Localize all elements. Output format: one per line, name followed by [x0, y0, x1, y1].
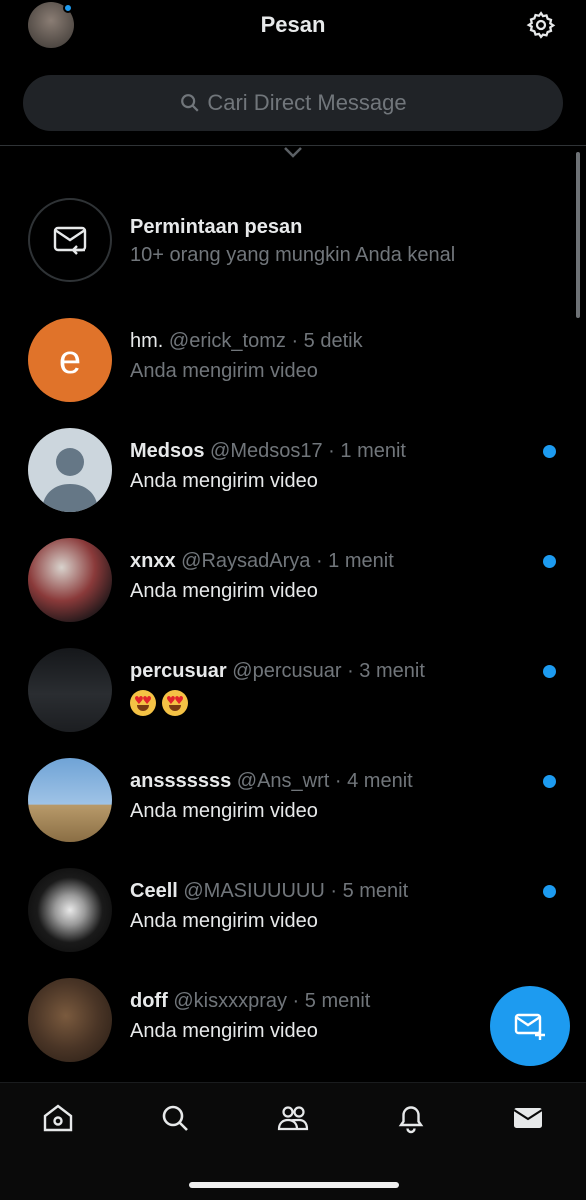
conversation-handle: @Ans_wrt	[236, 770, 330, 792]
conversation-header: Ceell @MASIUUUUU · 5 menit	[130, 880, 408, 903]
conversation-handle: @percusuar	[232, 660, 342, 682]
conversation-header: hm. @erick_tomz · 5 detik	[130, 330, 363, 353]
message-requests[interactable]: Permintaan pesan 10+ orang yang mungkin …	[0, 198, 586, 284]
unread-dot	[543, 775, 556, 788]
avatar[interactable]	[28, 648, 112, 732]
conversation-row[interactable]: xnxx @RaysadArya · 1 menit Anda mengirim…	[0, 538, 586, 638]
conversation-row[interactable]: ansssssss @Ans_wrt · 4 menit Anda mengir…	[0, 758, 586, 858]
conversation-header: xnxx @RaysadArya · 1 menit	[130, 550, 394, 573]
new-message-button[interactable]	[490, 986, 570, 1066]
bell-icon	[398, 1106, 424, 1134]
conversation-time: · 1 menit	[315, 550, 394, 572]
conversation-time: · 4 menit	[334, 770, 413, 792]
conversation-preview: Anda mengirim video	[130, 360, 318, 382]
tab-search[interactable]	[158, 1101, 192, 1135]
conversation-row[interactable]: e hm. @erick_tomz · 5 detik Anda mengiri…	[0, 318, 586, 418]
conversation-time: · 3 menit	[347, 660, 425, 682]
avatar[interactable]	[28, 538, 112, 622]
conversation-header: Medsos @Medsos17 · 1 menit	[130, 440, 406, 463]
gear-icon[interactable]	[526, 10, 556, 40]
message-requests-icon-circle	[28, 198, 112, 282]
conversation-header: doff @kisxxxpray · 5 menit	[130, 990, 370, 1013]
search-icon	[162, 1105, 188, 1131]
conversation-row[interactable]: percusuar @percusuar · 3 menit 😍 😍	[0, 648, 586, 748]
search-icon	[181, 94, 199, 112]
unread-dot	[543, 445, 556, 458]
conversation-name: Ceell	[130, 880, 178, 902]
conversation-handle: @kisxxxpray	[173, 990, 287, 1012]
conversation-preview: Anda mengirim video	[130, 1020, 318, 1042]
conversation-handle: @Medsos17	[210, 440, 323, 462]
conversation-time: · 5 detik	[291, 330, 363, 352]
unread-dot	[543, 555, 556, 568]
conversation-name: doff	[130, 990, 168, 1012]
conversation-time: · 5 menit	[292, 990, 371, 1012]
tab-messages[interactable]	[511, 1101, 545, 1135]
page-title: Pesan	[260, 12, 326, 37]
conversation-preview: Anda mengirim video	[130, 580, 318, 602]
default-avatar-icon	[42, 448, 98, 512]
message-requests-subtitle: 10+ orang yang mungkin Anda kenal	[130, 244, 456, 266]
unread-dot	[543, 665, 556, 678]
avatar[interactable]	[28, 758, 112, 842]
avatar[interactable]	[28, 868, 112, 952]
mail-icon	[513, 1108, 543, 1128]
conversation-handle: @RaysadArya	[181, 550, 311, 572]
search-placeholder: Cari Direct Message	[207, 90, 407, 115]
home-icon	[43, 1104, 73, 1132]
avatar[interactable]	[28, 978, 112, 1062]
conversation-name: percusuar	[130, 660, 227, 682]
home-indicator[interactable]	[189, 1182, 399, 1188]
conversation-header: ansssssss @Ans_wrt · 4 menit	[130, 770, 413, 793]
avatar[interactable]	[28, 428, 112, 512]
conversation-preview: Anda mengirim video	[130, 910, 318, 932]
message-requests-title: Permintaan pesan	[130, 216, 303, 238]
tab-notifications[interactable]	[394, 1101, 428, 1135]
conversation-header: percusuar @percusuar · 3 menit	[130, 660, 425, 683]
tab-home[interactable]	[41, 1101, 75, 1135]
conversation-row[interactable]: Ceell @MASIUUUUU · 5 menit Anda mengirim…	[0, 868, 586, 968]
top-bar: Pesan	[0, 0, 586, 60]
conversation-handle: @MASIUUUUU	[183, 880, 325, 902]
conversation-time: · 1 menit	[328, 440, 406, 462]
conversation-name: xnxx	[130, 550, 176, 572]
conversation-preview: Anda mengirim video	[130, 470, 318, 492]
heart-eyes-emoji-icon	[162, 690, 188, 716]
tab-communities[interactable]	[276, 1101, 310, 1135]
search-input[interactable]: Cari Direct Message	[23, 75, 563, 131]
chevron-down-icon	[284, 147, 302, 158]
conversation-name: Medsos	[130, 440, 205, 462]
conversation-name: hm.	[130, 330, 164, 352]
new-message-icon	[514, 1013, 545, 1040]
conversation-time: · 5 menit	[330, 880, 409, 902]
conversation-row[interactable]: Medsos @Medsos17 · 1 menit Anda mengirim…	[0, 428, 586, 528]
communities-icon	[277, 1106, 309, 1131]
conversation-name: ansssssss	[130, 770, 232, 792]
unread-dot	[543, 885, 556, 898]
conversation-preview: 😍 😍	[130, 690, 194, 716]
mail-request-icon	[53, 226, 87, 255]
conversation-preview: Anda mengirim video	[130, 800, 318, 822]
avatar[interactable]: e	[28, 318, 112, 402]
heart-eyes-emoji-icon	[130, 690, 156, 716]
conversation-handle: @erick_tomz	[168, 330, 286, 352]
